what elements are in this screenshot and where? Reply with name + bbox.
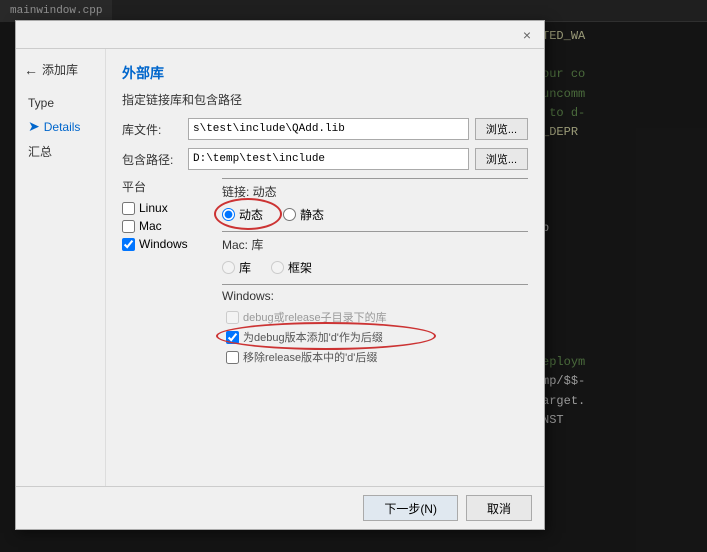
sidebar-summary-label: 汇总 bbox=[28, 143, 52, 160]
dialog-titlebar: × bbox=[16, 21, 544, 49]
next-button[interactable]: 下一步(N) bbox=[363, 495, 458, 521]
debug-suffix-label: 为debug版本添加'd'作为后缀 bbox=[243, 329, 383, 345]
section-desc: 指定链接库和包含路径 bbox=[122, 91, 528, 108]
mac-title: Mac: 库 bbox=[222, 236, 528, 253]
windows-debug-release-row: debug或release子目录下的库 bbox=[226, 309, 528, 325]
lib-file-label: 库文件: bbox=[122, 121, 182, 138]
windows-label: Windows bbox=[139, 237, 188, 251]
linux-label: Linux bbox=[139, 201, 168, 215]
platform-mac-row: Mac bbox=[122, 219, 212, 233]
release-suffix-label: 移除release版本中的'd'后缀 bbox=[243, 349, 377, 365]
windows-debug-suffix-row: 为debug版本添加'd'作为后缀 bbox=[226, 329, 528, 345]
mac-lib-radio-item[interactable]: 库 bbox=[222, 259, 251, 276]
dialog-content: 外部库 指定链接库和包含路径 库文件: 浏览... 包含路径: 浏览... 平台 bbox=[106, 49, 544, 486]
static-radio-item[interactable]: 静态 bbox=[283, 206, 324, 223]
static-label: 静态 bbox=[300, 206, 324, 223]
active-arrow-icon: ➤ bbox=[28, 118, 40, 135]
dynamic-radio-item[interactable]: 动态 bbox=[222, 206, 263, 223]
back-button[interactable]: ← 添加库 bbox=[24, 61, 97, 78]
add-library-dialog: × ← 添加库 Type ➤ Details 汇总 bbox=[15, 20, 545, 530]
back-arrow-icon: ← bbox=[24, 62, 38, 78]
windows-section: Windows: debug或release子目录下的库 为de bbox=[222, 284, 528, 365]
dynamic-option-wrap: 动态 bbox=[222, 206, 263, 223]
windows-title: Windows: bbox=[222, 289, 528, 303]
mac-framework-radio-item[interactable]: 框架 bbox=[271, 259, 312, 276]
options-row: 平台 Linux Mac Windows bbox=[122, 178, 528, 369]
static-radio[interactable] bbox=[283, 208, 296, 221]
back-label: 添加库 bbox=[42, 61, 78, 78]
lib-file-input[interactable] bbox=[188, 118, 469, 140]
windows-checkbox[interactable] bbox=[122, 238, 135, 251]
sidebar-item-details[interactable]: ➤ Details bbox=[24, 116, 97, 137]
mac-checkbox[interactable] bbox=[122, 220, 135, 233]
sidebar-details-label: Details bbox=[44, 120, 81, 134]
mac-framework-radio[interactable] bbox=[271, 261, 284, 274]
release-suffix-checkbox[interactable] bbox=[226, 351, 239, 364]
mac-lib-label: 库 bbox=[239, 259, 251, 276]
debug-release-subdir-checkbox[interactable] bbox=[226, 311, 239, 324]
mac-lib-radio[interactable] bbox=[222, 261, 235, 274]
mac-section: Mac: 库 库 框架 bbox=[222, 231, 528, 276]
platform-title: 平台 bbox=[122, 178, 212, 195]
linux-checkbox[interactable] bbox=[122, 202, 135, 215]
dialog-body: ← 添加库 Type ➤ Details 汇总 外部库 指定链接库和包含路径 bbox=[16, 49, 544, 486]
link-section: 链接: 动态 动态 bbox=[222, 178, 528, 223]
windows-release-suffix-row: 移除release版本中的'd'后缀 bbox=[226, 349, 528, 365]
platform-linux-row: Linux bbox=[122, 201, 212, 215]
include-browse-button[interactable]: 浏览... bbox=[475, 148, 528, 170]
section-title: 外部库 bbox=[122, 63, 528, 83]
platform-windows-row: Windows bbox=[122, 237, 212, 251]
include-path-input[interactable] bbox=[188, 148, 469, 170]
link-options-row: 动态 静态 bbox=[222, 206, 528, 223]
windows-options: debug或release子目录下的库 为debug版本添加'd'作为后缀 bbox=[222, 309, 528, 365]
link-column: 链接: 动态 动态 bbox=[212, 178, 528, 369]
platform-column: 平台 Linux Mac Windows bbox=[122, 178, 212, 369]
dialog-footer: 下一步(N) 取消 bbox=[16, 486, 544, 529]
dynamic-radio[interactable] bbox=[222, 208, 235, 221]
sidebar-type-label: Type bbox=[28, 96, 54, 110]
debug-suffix-inner: 为debug版本添加'd'作为后缀 bbox=[226, 329, 383, 345]
lib-browse-button[interactable]: 浏览... bbox=[475, 118, 528, 140]
cancel-button[interactable]: 取消 bbox=[466, 495, 532, 521]
include-path-label: 包含路径: bbox=[122, 151, 182, 168]
lib-file-row: 库文件: 浏览... bbox=[122, 118, 528, 140]
mac-options-row: 库 框架 bbox=[222, 259, 528, 276]
dialog-close-button[interactable]: × bbox=[518, 26, 536, 44]
sidebar-item-type[interactable]: Type bbox=[24, 94, 97, 112]
debug-suffix-checkbox[interactable] bbox=[226, 331, 239, 344]
sidebar-nav: Type ➤ Details 汇总 bbox=[24, 94, 97, 162]
include-path-row: 包含路径: 浏览... bbox=[122, 148, 528, 170]
mac-label: Mac bbox=[139, 219, 162, 233]
dialog-sidebar: ← 添加库 Type ➤ Details 汇总 bbox=[16, 49, 106, 486]
link-title: 链接: 动态 bbox=[222, 183, 528, 200]
dynamic-label: 动态 bbox=[239, 206, 263, 223]
sidebar-item-summary[interactable]: 汇总 bbox=[24, 141, 97, 162]
debug-release-subdir-label: debug或release子目录下的库 bbox=[243, 309, 387, 325]
mac-framework-label: 框架 bbox=[288, 259, 312, 276]
debug-suffix-wrap: 为debug版本添加'd'作为后缀 bbox=[226, 329, 528, 345]
